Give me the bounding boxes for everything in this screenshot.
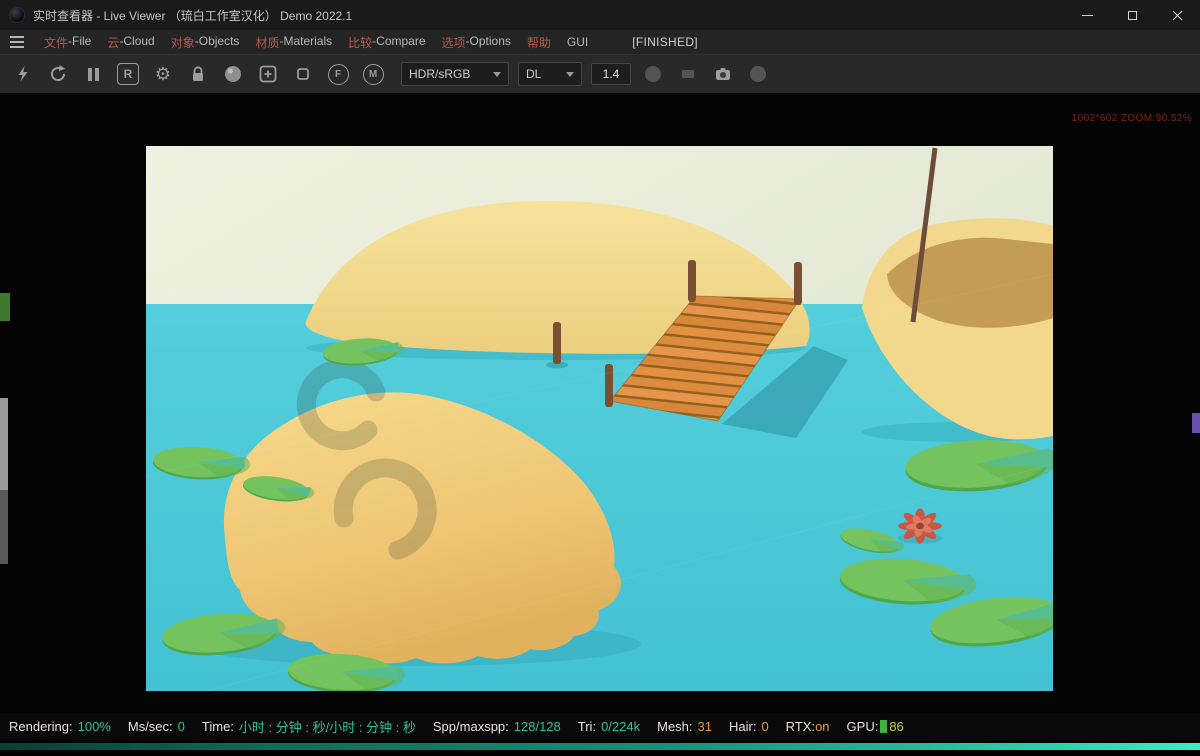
restart-render-button[interactable]	[10, 61, 36, 87]
gpu-usage-bar	[880, 720, 888, 733]
menu-cloud[interactable]: 云 - Cloud	[107, 34, 154, 51]
octane-logo-icon	[9, 7, 25, 23]
background-app-sliver	[0, 490, 8, 564]
menubar: 文件 - File 云 - Cloud 对象 - Objects 材质 - Ma…	[0, 30, 1200, 54]
menu-gui[interactable]: GUI	[567, 35, 588, 49]
maximize-icon	[1128, 10, 1137, 20]
menu-help[interactable]: 帮助	[527, 34, 551, 51]
close-button[interactable]	[1155, 0, 1200, 30]
disabled-clay-icon	[675, 61, 701, 87]
focus-picker-button[interactable]: F	[325, 61, 351, 87]
display-mode-dropdown[interactable]: HDR/sRGB	[401, 62, 509, 86]
status-mesh: Mesh: 31	[657, 719, 712, 734]
chevron-down-icon	[493, 71, 501, 77]
disabled-sphere-icon	[640, 61, 666, 87]
gear-icon: ⚙	[154, 64, 172, 84]
disabled-render-icon	[745, 61, 771, 87]
menu-options[interactable]: 选项 - Options	[442, 34, 511, 51]
status-rtx: RTX: on	[785, 719, 830, 734]
refresh-icon	[51, 65, 66, 81]
progress-track	[0, 740, 1200, 756]
settings-button[interactable]: ⚙	[150, 61, 176, 87]
menu-hamburger-icon[interactable]	[10, 36, 24, 48]
status-rendering: Rendering: 100%	[9, 719, 111, 734]
minimize-button[interactable]	[1065, 0, 1110, 30]
camera-capture-button[interactable]	[710, 61, 736, 87]
render-viewport[interactable]: 1002*602 ZOOM:90.52%	[0, 93, 1200, 713]
exposure-input[interactable]	[591, 63, 631, 85]
chevron-down-icon	[566, 71, 574, 77]
small-box-icon	[297, 68, 309, 80]
titlebar: 实时查看器 - Live Viewer （琉白工作室汉化） Demo 2022.…	[0, 0, 1200, 30]
minimize-icon	[1082, 14, 1093, 16]
statusbar: Rendering: 100% Ms/sec: 0 Time: 小时 : 分钟 : 秒…	[0, 713, 1200, 740]
menu-materials[interactable]: 材质 - Materials	[255, 34, 332, 51]
lock-resolution-button[interactable]	[185, 61, 211, 87]
status-hair: Hair: 0	[728, 719, 769, 734]
background-app-sliver	[1192, 413, 1200, 433]
maximize-button[interactable]	[1110, 0, 1155, 30]
refresh-render-button[interactable]	[45, 61, 71, 87]
window-title: 实时查看器 - Live Viewer （琉白工作室汉化） Demo 2022.…	[33, 8, 353, 23]
rendered-image	[146, 146, 1053, 691]
preview-sphere-button[interactable]	[220, 61, 246, 87]
toolbar: R ⚙ F M HDR/sRGB DL	[0, 54, 1200, 93]
region-render-button[interactable]: R	[115, 61, 141, 87]
background-app-sliver	[0, 293, 10, 321]
menu-compare[interactable]: 比较 - Compare	[348, 34, 425, 51]
menu-objects[interactable]: 对象 - Objects	[171, 34, 240, 51]
pause-render-button[interactable]	[80, 61, 106, 87]
status-gpu: GPU: 86	[846, 719, 904, 734]
render-pass-dropdown[interactable]: DL	[518, 62, 582, 86]
render-progress-bar	[0, 743, 1200, 750]
island-scene	[146, 146, 1053, 691]
material-picker-button[interactable]: M	[360, 61, 386, 87]
lotus-flower	[898, 508, 942, 544]
status-tri: Tri: 0/224k	[577, 719, 641, 734]
render-finished-flag: [FINISHED]	[632, 35, 698, 49]
background-app-sliver	[0, 398, 8, 490]
pause-icon	[87, 67, 99, 81]
sphere-icon	[225, 66, 241, 82]
resolution-zoom-overlay: 1002*602 ZOOM:90.52%	[1071, 113, 1192, 124]
close-icon	[1172, 10, 1183, 20]
add-region-button[interactable]	[255, 61, 281, 87]
lightning-icon	[18, 66, 28, 82]
menu-file[interactable]: 文件 - File	[44, 34, 91, 51]
status-spp: Spp/maxspp: 128/128	[432, 719, 561, 734]
camera-icon	[716, 68, 730, 80]
lock-icon	[193, 66, 203, 81]
box-plus-icon	[259, 65, 277, 83]
status-time: Time: 小时 : 分钟 : 秒/小时 : 分钟 : 秒	[201, 719, 416, 735]
live-viewer-window: 实时查看器 - Live Viewer （琉白工作室汉化） Demo 2022.…	[0, 0, 1200, 756]
status-ms-sec: Ms/sec: 0	[127, 719, 185, 734]
pick-region-button[interactable]	[290, 61, 316, 87]
